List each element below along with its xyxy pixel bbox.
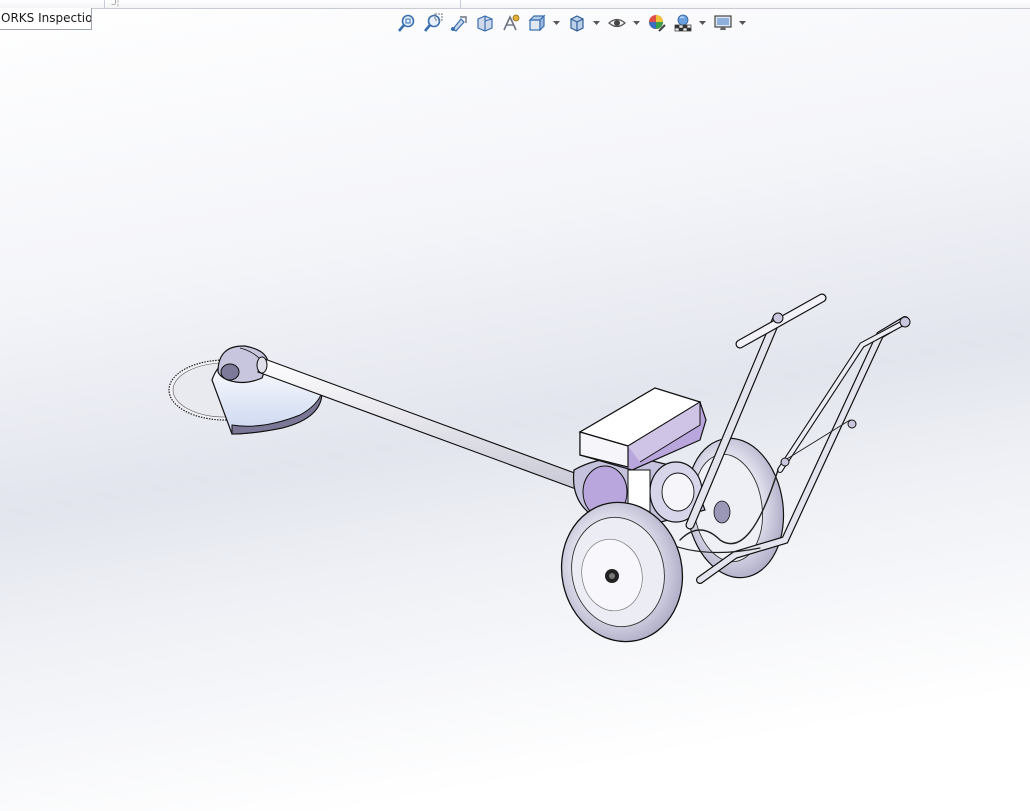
display-style-icon[interactable] — [566, 12, 588, 34]
drive-shaft — [256, 356, 581, 490]
brush-cutter-model[interactable] — [0, 40, 1030, 811]
inspection-tab-label[interactable]: ORKS Inspection — [0, 8, 92, 30]
dynamic-annotation-views-icon[interactable] — [500, 12, 522, 34]
graphics-viewport[interactable] — [0, 40, 1030, 811]
hide-show-items-dropdown-icon[interactable] — [632, 18, 640, 28]
edit-appearance-icon[interactable] — [646, 12, 668, 34]
view-settings-dropdown-icon[interactable] — [738, 18, 746, 28]
apply-scene-icon[interactable] — [672, 12, 694, 34]
view-orientation-dropdown-icon[interactable] — [552, 18, 560, 28]
top-strip-tab[interactable] — [55, 0, 105, 8]
section-view-icon[interactable] — [474, 12, 496, 34]
top-strip-tab-2[interactable]: Ͻ¦ — [105, 0, 461, 8]
top-strip: Ͻ¦ — [0, 0, 1030, 9]
display-style-dropdown-icon[interactable] — [592, 18, 600, 28]
engine-assembly — [572, 387, 707, 526]
zoom-to-area-icon[interactable] — [422, 12, 444, 34]
apply-scene-dropdown-icon[interactable] — [698, 18, 706, 28]
hide-show-items-icon[interactable] — [606, 12, 628, 34]
view-settings-icon[interactable] — [712, 12, 734, 34]
zoom-to-fit-icon[interactable] — [396, 12, 418, 34]
view-orientation-icon[interactable] — [526, 12, 548, 34]
previous-view-icon[interactable] — [448, 12, 470, 34]
